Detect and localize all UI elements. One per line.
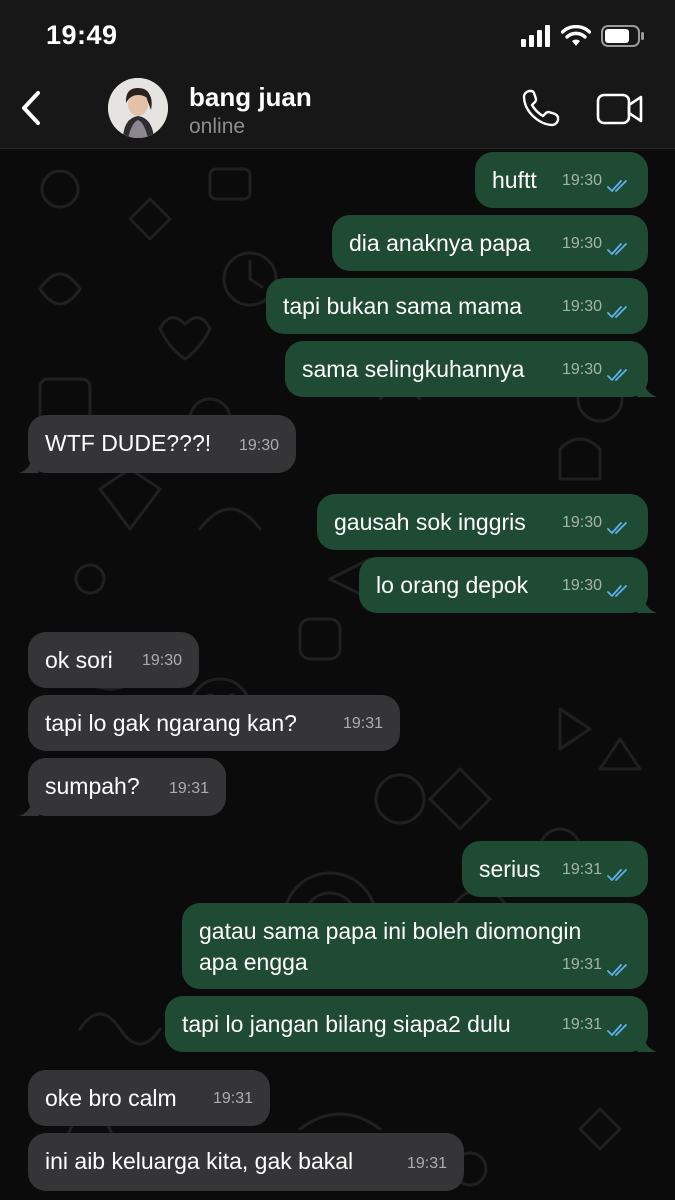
message-time: 19:30: [141, 652, 182, 669]
message-time: 19:31: [212, 1090, 253, 1107]
outgoing-message[interactable]: huftt 19:30: [475, 152, 648, 208]
outgoing-message[interactable]: serius 19:31: [462, 841, 648, 897]
message-text: oke bro calm: [45, 1085, 177, 1111]
outgoing-message[interactable]: gausah sok inggris 19:30: [317, 494, 648, 550]
message-text: gausah sok inggris: [334, 509, 526, 535]
read-receipt-icon: [607, 522, 627, 534]
read-receipt-icon: [607, 369, 627, 381]
incoming-message[interactable]: ini aib keluarga kita, gak bakal 19:31: [28, 1133, 464, 1191]
message-text: tapi lo gak ngarang kan?: [45, 710, 297, 736]
contact-status: online: [189, 115, 246, 138]
bubble-tail: [19, 455, 39, 473]
avatar[interactable]: [108, 78, 168, 138]
message-time: 19:30: [561, 361, 602, 378]
message-text: tapi lo jangan bilang siapa2 dulu: [182, 1011, 511, 1037]
message-text: sumpah?: [45, 773, 140, 799]
incoming-message[interactable]: WTF DUDE???! 19:30: [19, 415, 296, 473]
chevron-left-icon: [22, 91, 40, 125]
incoming-message[interactable]: ok sori 19:30: [28, 632, 199, 688]
video-camera-icon: [596, 93, 643, 125]
incoming-message[interactable]: oke bro calm 19:31: [28, 1070, 270, 1126]
outgoing-message[interactable]: lo orang depok 19:30: [359, 557, 657, 613]
message-time: 19:31: [168, 780, 209, 797]
incoming-message[interactable]: sumpah? 19:31: [19, 758, 226, 816]
bubble-tail: [637, 595, 657, 613]
status-icons: [521, 22, 645, 50]
signal-icon: [521, 25, 550, 47]
outgoing-message[interactable]: gatau sama papa ini boleh diomongin apa …: [182, 903, 648, 989]
outgoing-message[interactable]: tapi bukan sama mama 19:30: [266, 278, 648, 334]
read-receipt-icon: [607, 869, 627, 881]
status-bar: 19:49: [0, 0, 675, 70]
chat-area[interactable]: huftt 19:30 dia anaknya papa 19:30 tapi buka…: [0, 149, 675, 1200]
message-time: 19:31: [561, 956, 602, 973]
read-receipt-icon: [607, 1024, 627, 1036]
contact-photo: [108, 78, 168, 138]
message-time: 19:31: [561, 1016, 602, 1033]
outgoing-message[interactable]: dia anaknya papa 19:30: [332, 215, 648, 271]
chat-screen: 19:49 bang juan online huftt 19:30 dia a…: [0, 0, 675, 1200]
message-time: 19:31: [406, 1155, 447, 1172]
message-time: 19:30: [561, 298, 602, 315]
bubble-tail: [637, 379, 657, 397]
incoming-message[interactable]: tapi lo gak ngarang kan? 19:31: [28, 695, 400, 751]
read-receipt-icon: [607, 585, 627, 597]
battery-icon: [601, 25, 644, 47]
outgoing-message[interactable]: sama selingkuhannya 19:30: [285, 341, 657, 397]
message-text: tapi bukan sama mama: [283, 293, 523, 319]
back-button[interactable]: [14, 86, 48, 130]
phone-icon: [522, 89, 560, 127]
voice-call-button[interactable]: [520, 88, 560, 128]
bubble-tail: [19, 798, 39, 816]
message-time: 19:30: [561, 172, 602, 189]
bubble-tail: [637, 1034, 657, 1052]
outgoing-message[interactable]: tapi lo jangan bilang siapa2 dulu 19:31: [165, 996, 657, 1052]
status-time: 19:49: [46, 20, 118, 50]
message-text: lo orang depok: [376, 572, 529, 598]
message-text: ini aib keluarga kita, gak bakal: [45, 1148, 354, 1174]
message-text: sama selingkuhannya: [302, 356, 525, 382]
message-time: 19:30: [561, 514, 602, 531]
message-text: serius: [479, 856, 541, 882]
chat-header: bang juan online: [0, 70, 675, 149]
read-receipt-icon: [607, 180, 627, 192]
read-receipt-icon: [607, 306, 627, 318]
video-call-button[interactable]: [596, 92, 644, 126]
message-text: huftt: [492, 167, 537, 193]
wifi-icon: [561, 25, 591, 46]
message-time: 19:30: [561, 577, 602, 594]
message-text: dia anaknya papa: [349, 230, 531, 256]
message-time: 19:31: [561, 861, 602, 878]
message-text: gatau sama papa ini boleh diomongin apa …: [199, 918, 582, 975]
message-text: WTF DUDE???!: [45, 430, 212, 456]
read-receipt-icon: [607, 243, 627, 255]
contact-name[interactable]: bang juan: [189, 82, 312, 113]
message-time: 19:30: [238, 437, 279, 454]
read-receipt-icon: [607, 964, 627, 976]
message-time: 19:30: [561, 235, 602, 252]
message-time: 19:31: [342, 715, 383, 732]
message-text: ok sori: [45, 647, 113, 673]
